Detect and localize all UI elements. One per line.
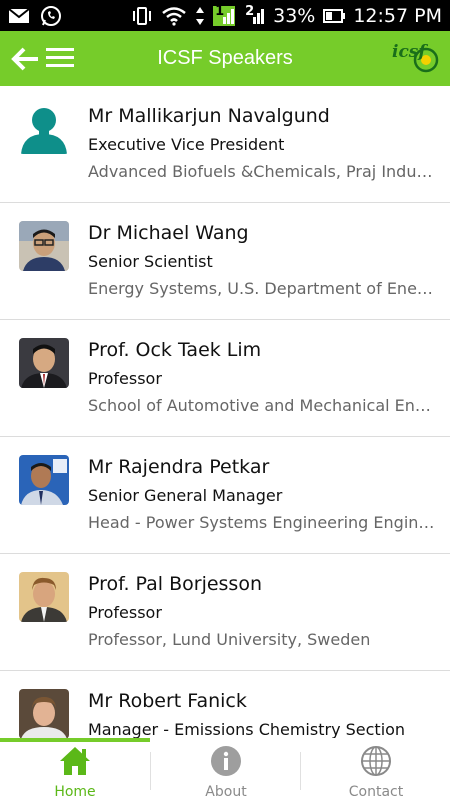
speaker-role: Senior General Manager	[88, 486, 283, 505]
logo-text: icsf	[392, 42, 428, 62]
speaker-org: Advanced Biofuels &Chemicals, Praj Indus…	[88, 162, 436, 181]
app-bar: ICSF Speakers icsf	[0, 31, 450, 86]
signal-2-icon: 2	[243, 3, 265, 26]
speaker-photo	[19, 455, 69, 505]
icsf-logo: icsf	[390, 41, 440, 75]
clock: 12:57 PM	[353, 4, 442, 27]
speaker-role: Manager - Emissions Chemistry Section	[88, 720, 406, 738]
speaker-name: Prof. Pal Borjesson	[88, 573, 262, 595]
page-title: ICSF Speakers	[157, 47, 293, 69]
nav-about-label: About	[205, 784, 247, 800]
speaker-photo	[19, 572, 69, 622]
nav-contact[interactable]: Contact	[301, 742, 450, 800]
status-bar: 1 2 33% 12:57 PM	[0, 0, 450, 31]
speaker-name: Prof. Ock Taek Lim	[88, 339, 262, 361]
speaker-row[interactable]: Mr Rajendra Petkar Senior General Manage…	[0, 437, 450, 554]
nav-home[interactable]: Home	[0, 742, 150, 800]
speaker-org: School of Automotive and Mechanical Engg…	[88, 396, 436, 415]
speaker-name: Mr Rajendra Petkar	[88, 456, 270, 478]
nav-contact-label: Contact	[348, 784, 404, 800]
globe-icon	[360, 745, 392, 777]
battery-percent: 33%	[273, 4, 316, 27]
speaker-photo	[19, 338, 69, 388]
speaker-row[interactable]: Dr Michael Wang Senior Scientist Energy …	[0, 203, 450, 320]
speaker-org: Professor, Lund University, Sweden	[88, 630, 371, 649]
speaker-name: Dr Michael Wang	[88, 222, 249, 244]
speaker-org: Energy Systems, U.S. Department of Energ…	[88, 279, 436, 298]
data-arrows-icon	[195, 6, 205, 26]
bottom-nav: Home About Contact	[0, 738, 450, 800]
speaker-name: Mr Mallikarjun Navalgund	[88, 105, 330, 127]
speaker-row[interactable]: Mr Mallikarjun Navalgund Executive Vice …	[0, 86, 450, 203]
speaker-list: Mr Mallikarjun Navalgund Executive Vice …	[0, 86, 450, 738]
speaker-role: Professor	[88, 369, 162, 388]
speaker-row[interactable]: Prof. Ock Taek Lim Professor School of A…	[0, 320, 450, 437]
mail-icon	[8, 7, 30, 24]
battery-icon	[323, 8, 346, 24]
whatsapp-icon	[40, 5, 62, 27]
wifi-icon	[161, 6, 187, 26]
signal-1-icon: 1	[213, 3, 236, 26]
signal-2-label: 2	[245, 3, 255, 19]
speaker-role: Executive Vice President	[88, 135, 285, 154]
info-icon	[210, 745, 242, 777]
speaker-org: Head - Power Systems Engineering Enginee…	[88, 513, 436, 532]
home-icon	[59, 745, 91, 777]
speaker-row[interactable]: Mr Robert Fanick Manager - Emissions Che…	[0, 671, 450, 738]
signal-1-label: 1	[215, 3, 225, 19]
speaker-name: Mr Robert Fanick	[88, 690, 247, 712]
speaker-role: Professor	[88, 603, 162, 622]
vibrate-icon	[131, 6, 153, 26]
nav-about[interactable]: About	[151, 742, 301, 800]
speaker-photo	[19, 689, 69, 738]
nav-home-label: Home	[54, 784, 96, 800]
speaker-role: Senior Scientist	[88, 252, 213, 271]
default-avatar-icon	[19, 104, 69, 154]
speaker-row[interactable]: Prof. Pal Borjesson Professor Professor,…	[0, 554, 450, 671]
speaker-photo	[19, 221, 69, 271]
